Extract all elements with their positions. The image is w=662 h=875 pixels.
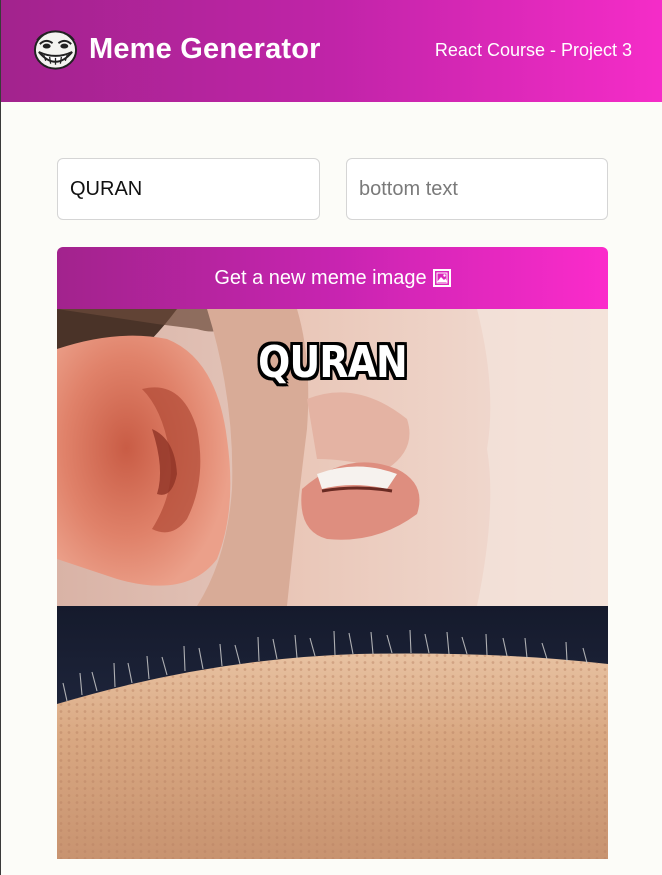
- top-text-input[interactable]: [57, 158, 320, 220]
- course-label: React Course - Project 3: [434, 40, 632, 60]
- app-root: Meme Generator React Course - Project 3 …: [1, 0, 662, 875]
- get-new-meme-button-label: Get a new meme image: [214, 266, 427, 289]
- app-header: Meme Generator React Course - Project 3: [1, 0, 662, 102]
- meme-top-text: QURAN: [258, 337, 408, 388]
- meme-picture: [57, 309, 608, 859]
- meme-image: QURAN: [57, 309, 608, 859]
- app-title: Meme Generator: [89, 33, 321, 65]
- framed-picture-icon: [432, 269, 451, 287]
- get-new-meme-button[interactable]: Get a new meme image: [57, 247, 608, 309]
- bottom-text-input[interactable]: [346, 158, 608, 220]
- troll-face-icon: [33, 30, 78, 70]
